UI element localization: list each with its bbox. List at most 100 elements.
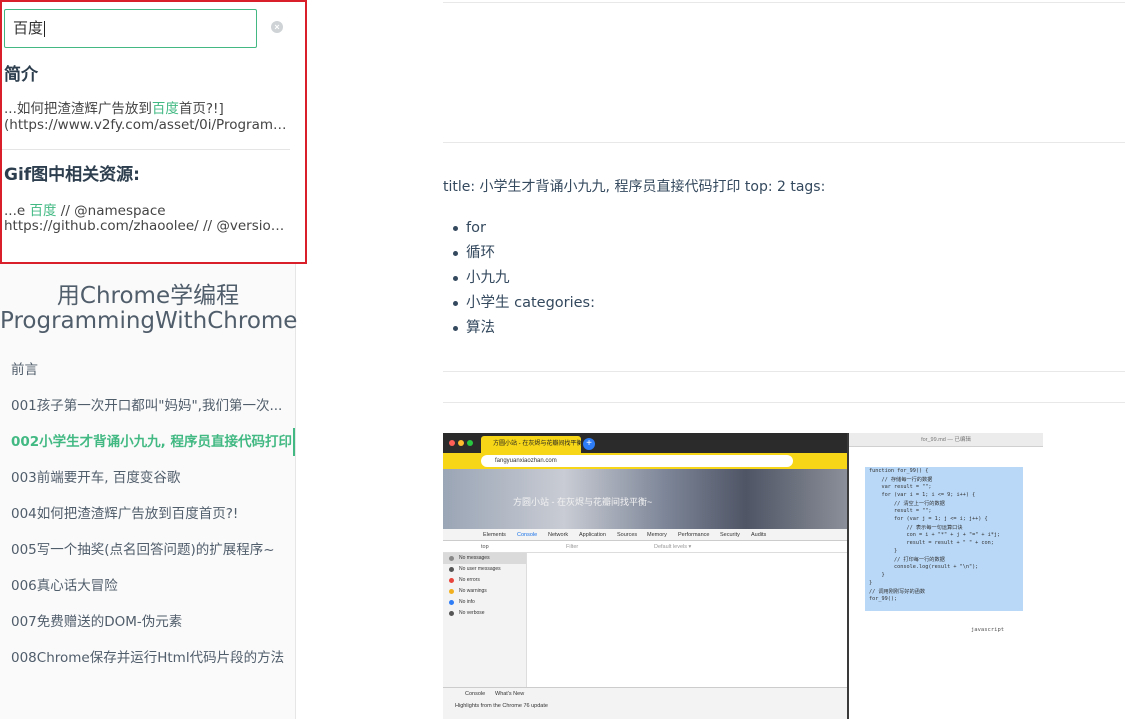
list-item: No warnings bbox=[443, 586, 526, 597]
divider bbox=[443, 142, 1125, 143]
app-title: 用Chrome学编程 bbox=[56, 283, 240, 309]
divider bbox=[443, 402, 1125, 403]
code-line: var result = ""; bbox=[869, 484, 932, 490]
list-item: No errors bbox=[443, 575, 526, 586]
devtools-tab: Performance bbox=[678, 532, 710, 538]
editor-window: for_99.md — 已编辑 function for_99() { // 存… bbox=[849, 433, 1043, 719]
list-item: 循环 bbox=[453, 243, 595, 268]
excerpt-text: ...e bbox=[4, 203, 30, 219]
drawer-tab: Console bbox=[465, 691, 486, 697]
divider bbox=[443, 2, 1125, 3]
search-result-url[interactable]: (https://www.v2fy.com/asset/0i/Programmi… bbox=[4, 117, 292, 133]
devtools-drawer: Console What's New Highlights from the C… bbox=[443, 687, 847, 719]
devtools-tab: Audits bbox=[751, 532, 767, 538]
list-item-label: No user messages bbox=[459, 566, 501, 572]
excerpt-highlight: 百度 bbox=[29, 203, 57, 219]
result-group-title: Gif图中相关资源: bbox=[4, 165, 140, 185]
devtools-tab: Network bbox=[548, 532, 569, 538]
sidebar-item-002[interactable]: 002小学生才背诵小九九, 程序员直接代码打印 bbox=[0, 428, 295, 456]
divider bbox=[2, 149, 290, 150]
verbose-icon bbox=[449, 611, 454, 616]
browser-tab: 方圆小站 - 在灰烬与花瓣间找平衡~ bbox=[481, 436, 581, 453]
text-caret bbox=[44, 20, 46, 37]
sidebar-item-001[interactable]: 001孩子第一次开口都叫"妈妈",我们第一次... bbox=[0, 392, 295, 420]
divider bbox=[443, 371, 1125, 372]
code-line: result = result + " " + con; bbox=[869, 540, 994, 546]
code-line: function for_99() { bbox=[869, 468, 929, 474]
context-select: top bbox=[481, 544, 489, 550]
url-field: fangyuanxiaozhan.com bbox=[481, 455, 793, 467]
code-line: for_99(); bbox=[869, 596, 898, 602]
drawer-text: Highlights from the Chrome 76 update bbox=[455, 703, 548, 709]
code-line: // 打印每一行的数据 bbox=[869, 557, 945, 563]
sidebar-item-005[interactable]: 005写一个抽奖(点名回答问题)的扩展程序~ bbox=[0, 536, 295, 564]
devtools-tab: Console bbox=[517, 532, 538, 538]
list-item: No messages bbox=[443, 553, 526, 564]
banner-text: 方圆小站 - 在灰烬与花瓣间找平衡~ bbox=[513, 497, 653, 507]
messages-icon bbox=[449, 556, 454, 561]
excerpt-text: // @namespace bbox=[56, 203, 166, 219]
info-icon bbox=[449, 600, 454, 605]
minimize-window-icon bbox=[458, 440, 464, 446]
sidebar-item-preface[interactable]: 前言 bbox=[0, 356, 295, 384]
list-item: No verbose bbox=[443, 608, 526, 619]
code-line: // 存储每一行的数据 bbox=[869, 477, 933, 483]
console-sidebar: No messages No user messages No errors N… bbox=[443, 553, 527, 687]
excerpt-text: 首页?!] bbox=[178, 101, 224, 117]
browser-tabbar: 方圆小站 - 在灰烬与花瓣间找平衡~ + bbox=[443, 433, 847, 453]
result-group-title: 简介 bbox=[4, 65, 38, 85]
code-line: result = ""; bbox=[869, 508, 932, 514]
excerpt-highlight: 百度 bbox=[151, 101, 179, 117]
front-matter-text: title: 小学生才背诵小九九, 程序员直接代码打印 top: 2 tags: bbox=[443, 179, 826, 195]
devtools-tab: Memory bbox=[647, 532, 667, 538]
list-item-label: No warnings bbox=[459, 588, 487, 594]
sidebar-item-004[interactable]: 004如何把渣渣辉广告放到百度首页?! bbox=[0, 500, 295, 528]
search-result-excerpt[interactable]: ...如何把渣渣辉广告放到百度首页?!] bbox=[4, 97, 292, 117]
sidebar-item-006[interactable]: 006真心话大冒险 bbox=[0, 572, 295, 600]
list-item-label: No errors bbox=[459, 577, 480, 583]
app-subtitle: ProgrammingWithChrome bbox=[0, 308, 298, 334]
editor-titlebar: for_99.md — 已编辑 bbox=[849, 433, 1043, 447]
list-item-label: No messages bbox=[459, 555, 490, 561]
list-item-label: No info bbox=[459, 599, 475, 605]
code-line: } bbox=[869, 572, 885, 578]
console-toolbar: top Filter Default levels ▾ bbox=[443, 541, 847, 553]
tag-list: for 循环 小九九 小学生 categories: 算法 bbox=[453, 218, 595, 343]
code-line: // 清空上一行的数据 bbox=[869, 501, 945, 507]
code-line: // 表示每一句运算口诀 bbox=[869, 525, 963, 531]
site-banner: 方圆小站 - 在灰烬与花瓣间找平衡~ bbox=[443, 469, 847, 529]
sidebar-item-008[interactable]: 008Chrome保存并运行Html代码片段的方法 bbox=[0, 644, 295, 672]
excerpt-text: ...如何把渣渣辉广告放到 bbox=[4, 101, 152, 117]
address-bar: fangyuanxiaozhan.com bbox=[443, 453, 847, 469]
sidebar-item-003[interactable]: 003前端要开车, 百度变谷歌 bbox=[0, 464, 295, 492]
drawer-tab: What's New bbox=[495, 691, 525, 697]
list-item: 小学生 categories: bbox=[453, 293, 595, 318]
list-item: 小九九 bbox=[453, 268, 595, 293]
code-line: for (var i = 1; i <= 9; i++) { bbox=[869, 492, 976, 498]
devtools-tab: Security bbox=[720, 532, 740, 538]
code-line: for (var j = 1; j <= i; j++) { bbox=[869, 516, 988, 522]
search-result-url[interactable]: https://github.com/zhaoolee/ // @version… bbox=[4, 218, 292, 234]
list-item: No info bbox=[443, 597, 526, 608]
warning-icon bbox=[449, 589, 454, 594]
devtools-tab: Elements bbox=[483, 532, 506, 538]
search-input[interactable]: 百度 bbox=[4, 9, 257, 48]
list-item: 算法 bbox=[453, 318, 595, 343]
search-result-excerpt[interactable]: ...e 百度 // @namespace bbox=[4, 199, 292, 219]
levels-select: Default levels ▾ bbox=[654, 544, 692, 550]
code-line: } bbox=[869, 580, 873, 586]
search-input-value: 百度 bbox=[13, 19, 44, 37]
user-icon bbox=[449, 567, 454, 572]
zoom-window-icon bbox=[467, 440, 473, 446]
search-panel: 百度 × 简介 ...如何把渣渣辉广告放到百度首页?!] (https://ww… bbox=[0, 0, 307, 264]
devtools-tab: Application bbox=[579, 532, 606, 538]
sidebar-item-007[interactable]: 007免费赠送的DOM-伪元素 bbox=[0, 608, 295, 636]
devtools-tabs: Elements Console Network Application Sou… bbox=[443, 529, 847, 541]
close-window-icon bbox=[449, 440, 455, 446]
devtools-tab: Sources bbox=[617, 532, 638, 538]
clear-search-icon[interactable]: × bbox=[271, 21, 283, 33]
code-line: con = i + "*" + j + "=" + i*j; bbox=[869, 532, 1001, 538]
browser-window: 方圆小站 - 在灰烬与花瓣间找平衡~ + fangyuanxiaozhan.co… bbox=[443, 433, 847, 719]
list-item: No user messages bbox=[443, 564, 526, 575]
code-line: } bbox=[869, 548, 898, 554]
